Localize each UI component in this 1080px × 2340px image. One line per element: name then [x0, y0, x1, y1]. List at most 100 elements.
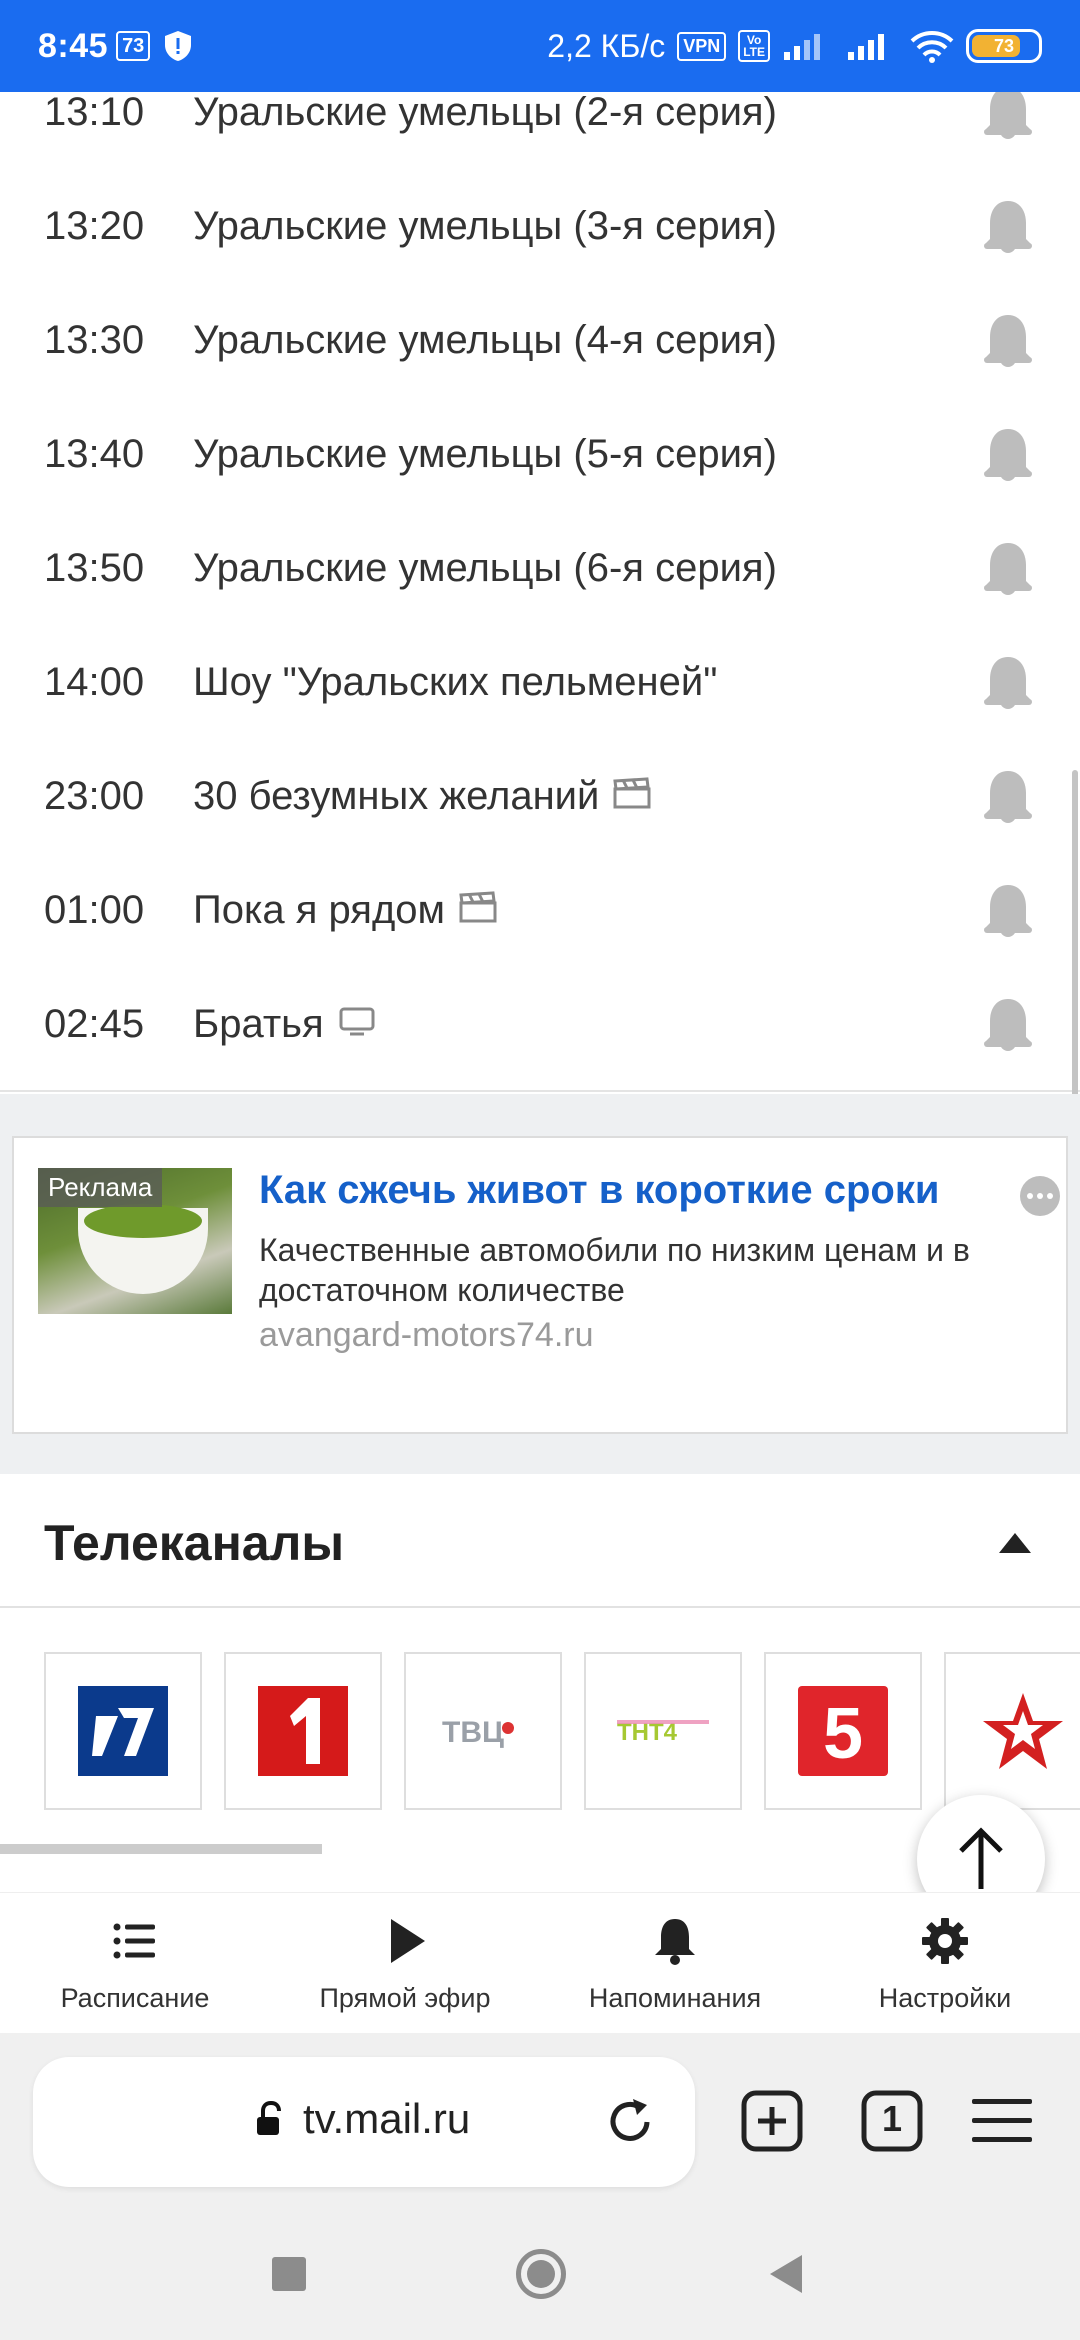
- schedule-row[interactable]: 13:10 Уральские умельцы (2-я серия): [0, 92, 1080, 169]
- schedule-list: 13:10 Уральские умельцы (2-я серия) 13:20 У…: [0, 92, 1080, 1092]
- program-title[interactable]: Уральские умельцы (4-я серия): [193, 318, 777, 363]
- channels-scroll-indicator: [0, 1844, 322, 1854]
- reminder-bell-icon[interactable]: [980, 879, 1036, 943]
- vpn-badge: VPN: [677, 31, 727, 61]
- channels-header[interactable]: Телеканалы: [0, 1474, 1080, 1608]
- nav-schedule-label: Расписание: [60, 1983, 210, 2013]
- reminder-bell-icon[interactable]: [980, 993, 1036, 1057]
- gear-icon: [922, 1918, 968, 1964]
- program-time: 23:00: [44, 774, 145, 818]
- tab-count: 1: [881, 2098, 903, 2139]
- channel1-logo: [78, 1686, 168, 1776]
- schedule-row[interactable]: 13:30 Уральские умельцы (4-я серия): [0, 284, 1080, 397]
- program-title[interactable]: Уральские умельцы (2-я серия): [193, 92, 777, 135]
- reminder-bell-icon[interactable]: [980, 651, 1036, 715]
- program-title-text: 30 безумных желаний: [193, 774, 600, 818]
- program-time: 13:10: [44, 92, 145, 134]
- svg-text:5: 5: [823, 1694, 863, 1774]
- browser-toolbar: tv.mail.ru 1: [0, 2033, 1080, 2233]
- program-title[interactable]: Уральские умельцы (3-я серия): [193, 204, 777, 249]
- program-title[interactable]: 30 безумных желаний: [193, 774, 651, 819]
- program-title[interactable]: Пока я рядом: [193, 888, 497, 933]
- channels-section: Телеканалы ТВЦ ТНТ4 5: [0, 1474, 1080, 1858]
- back-icon[interactable]: [766, 2253, 806, 2295]
- channels-carousel[interactable]: ТВЦ ТНТ4 5: [0, 1652, 1080, 1812]
- schedule-row[interactable]: 13:20 Уральские умельцы (3-я серия): [0, 170, 1080, 283]
- program-time: 14:00: [44, 660, 145, 704]
- url-text[interactable]: tv.mail.ru: [303, 2095, 470, 2143]
- program-title-text: Уральские умельцы (5-я серия): [193, 432, 777, 476]
- tvc-logo: ТВЦ: [442, 1716, 514, 1749]
- nav-reminders[interactable]: Напоминания: [540, 1893, 810, 2033]
- tabs-button[interactable]: 1: [860, 2089, 924, 2153]
- battery-indicator: 73: [966, 29, 1042, 63]
- program-title-text: Братья: [193, 1002, 324, 1046]
- reminder-bell-icon[interactable]: [980, 309, 1036, 373]
- schedule-row[interactable]: 13:40 Уральские умельцы (5-я серия): [0, 398, 1080, 511]
- ad-banner[interactable]: Реклама Как сжечь живот в короткие сроки…: [12, 1136, 1068, 1434]
- page-scrollbar[interactable]: [1072, 770, 1078, 1110]
- reload-icon[interactable]: [603, 2095, 657, 2149]
- reminder-bell-icon[interactable]: [980, 195, 1036, 259]
- program-time: 13:20: [44, 204, 145, 248]
- channel-card-russia1[interactable]: [224, 1652, 382, 1810]
- channel-card-tvc[interactable]: ТВЦ: [404, 1652, 562, 1810]
- recents-button[interactable]: [272, 2257, 306, 2291]
- menu-icon[interactable]: [970, 2089, 1034, 2153]
- address-bar[interactable]: tv.mail.ru: [33, 2057, 695, 2187]
- nav-settings[interactable]: Настройки: [810, 1893, 1080, 2033]
- home-button[interactable]: [516, 2249, 566, 2299]
- nav-reminders-label: Напоминания: [588, 1983, 762, 2013]
- program-title-text: Уральские умельцы (2-я серия): [193, 92, 777, 134]
- system-navigation: [0, 2233, 1080, 2340]
- svg-text:ТВЦ: ТВЦ: [442, 1716, 504, 1749]
- channel-card-tnt4[interactable]: ТНТ4: [584, 1652, 742, 1810]
- ad-domain[interactable]: avangard-motors74.ru: [259, 1316, 594, 1355]
- clapperboard-icon: [613, 774, 651, 819]
- ad-label: Реклама: [38, 1168, 163, 1207]
- status-bar: 8:45 73 2,2 КБ/с VPN Vo LTE 73: [0, 0, 1080, 92]
- reminder-bell-icon[interactable]: [980, 537, 1036, 601]
- schedule-row[interactable]: 13:50 Уральские умельцы (6-я серия): [0, 512, 1080, 625]
- shield-icon: [165, 31, 192, 61]
- signal-icon: [784, 34, 820, 60]
- collapse-up-icon[interactable]: [998, 1532, 1032, 1554]
- reminder-bell-icon[interactable]: [980, 423, 1036, 487]
- reminder-bell-icon[interactable]: [980, 92, 1036, 145]
- russia1-logo: [258, 1686, 348, 1776]
- channels-title: Телеканалы: [44, 1515, 345, 1571]
- program-title[interactable]: Братья: [193, 1002, 376, 1047]
- nav-settings-label: Настройки: [878, 1983, 1012, 2013]
- program-title[interactable]: Уральские умельцы (5-я серия): [193, 432, 777, 477]
- signal-icon: [848, 34, 884, 60]
- new-tab-icon[interactable]: [740, 2089, 804, 2153]
- program-title[interactable]: Шоу "Уральских пельменей": [193, 660, 717, 705]
- nav-live-label: Прямой эфир: [319, 1983, 491, 2013]
- program-title-text: Уральские умельцы (3-я серия): [193, 204, 777, 248]
- channel5-logo: 5: [798, 1686, 888, 1776]
- program-title[interactable]: Уральские умельцы (6-я серия): [193, 546, 777, 591]
- program-time: 02:45: [44, 1002, 145, 1046]
- schedule-row[interactable]: 14:00 Шоу "Уральских пельменей": [0, 626, 1080, 739]
- nav-schedule[interactable]: Расписание: [0, 1893, 270, 2033]
- program-title-text: Уральские умельцы (4-я серия): [193, 318, 777, 362]
- ad-title[interactable]: Как сжечь живот в короткие сроки: [259, 1168, 939, 1213]
- program-time: 13:50: [44, 546, 145, 590]
- ad-more-options-icon[interactable]: [1020, 1176, 1060, 1216]
- channel-card-channel5[interactable]: 5: [764, 1652, 922, 1810]
- schedule-row[interactable]: 01:00 Пока я рядом: [0, 854, 1080, 967]
- program-title-text: Уральские умельцы (6-я серия): [193, 546, 777, 590]
- status-time: 8:45: [38, 26, 109, 65]
- lock-icon: [257, 2101, 281, 2135]
- reminder-bell-icon[interactable]: [980, 765, 1036, 829]
- program-time: 13:30: [44, 318, 145, 362]
- schedule-row[interactable]: 23:00 30 безумных желаний: [0, 740, 1080, 853]
- channel-card-channel1[interactable]: [44, 1652, 202, 1810]
- battery-level: 73: [993, 35, 1015, 56]
- program-time: 01:00: [44, 888, 145, 932]
- nav-live[interactable]: Прямой эфир: [270, 1893, 540, 2033]
- network-speed: 2,2 КБ/с: [547, 27, 666, 64]
- volte-badge: Vo LTE: [738, 30, 770, 62]
- channel-card-zvezda[interactable]: [944, 1652, 1080, 1810]
- schedule-row[interactable]: 02:45 Братья: [0, 968, 1080, 1081]
